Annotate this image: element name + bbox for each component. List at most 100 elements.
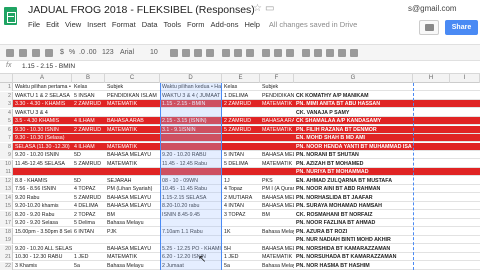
row-number[interactable]: 13 [0, 185, 13, 193]
table-cell[interactable]: MATEMATIK [106, 100, 160, 108]
menu-item-form[interactable]: Form [187, 20, 205, 29]
wrap-icon[interactable] [286, 49, 294, 57]
table-cell[interactable]: PKS [261, 177, 294, 185]
table-cell[interactable]: 9.20-10.20 khamis [14, 202, 72, 210]
table-cell[interactable] [295, 83, 413, 91]
row-number[interactable]: 6 [0, 125, 13, 134]
table-cell[interactable]: 9.30 - 10.30 (Selasa) [14, 134, 72, 142]
table-cell[interactable]: 2 ZAMRUD [223, 117, 260, 125]
menu-item-view[interactable]: View [65, 20, 81, 29]
table-cell[interactable] [73, 245, 105, 253]
table-cell[interactable]: PN. NORSHIDA BT KAMARAZZAMAN [295, 245, 413, 253]
table-cell[interactable]: 3.30 - 4.30 - KHAMIS [14, 100, 72, 108]
row-number[interactable]: 22 [0, 261, 13, 270]
table-cell[interactable]: EN. AHMAD ZULQARNA BT MUSTAFA [295, 177, 413, 185]
table-cell[interactable]: 4 TOPAZ [73, 185, 105, 193]
spreadsheet-grid[interactable]: ABCDEFGHI 1Waktu pilihan pertama • HariK… [0, 74, 480, 270]
table-cell[interactable]: SELASA (11.30 -12.30) [14, 143, 72, 151]
table-cell[interactable]: 4 ILHAM [73, 117, 105, 125]
table-cell[interactable] [414, 151, 450, 159]
table-cell[interactable]: PN. NORANI BT SHUTAN [295, 151, 413, 159]
table-cell[interactable]: 4 DELIMA [73, 202, 105, 210]
table-cell[interactable] [414, 92, 450, 100]
table-cell[interactable]: Waktu pilihan pertama • Hari [14, 83, 72, 91]
row-number[interactable]: 11 [0, 168, 13, 176]
table-cell[interactable]: SEJARAH [106, 177, 160, 185]
row-number[interactable]: 5 [0, 117, 13, 125]
column-header-g[interactable]: G [294, 74, 413, 83]
table-cell[interactable]: BAHASA MELAYU [261, 245, 294, 253]
table-cell[interactable]: MATEMATIK [261, 126, 294, 134]
font-size-select[interactable]: 10 [150, 48, 158, 58]
table-cell[interactable] [414, 100, 450, 108]
italic-icon[interactable] [182, 49, 190, 57]
table-cell[interactable]: 1K [223, 228, 260, 236]
table-cell[interactable]: 4 ILHAM [73, 143, 105, 151]
table-cell[interactable] [106, 134, 160, 142]
table-cell[interactable] [261, 236, 294, 244]
menu-item-help[interactable]: Help [244, 20, 259, 29]
chart-icon[interactable] [326, 49, 334, 57]
table-cell[interactable]: 5 INSAN [73, 92, 105, 100]
table-cell[interactable] [223, 219, 260, 227]
table-cell[interactable]: 9.30 - 10.30 ISNIN [14, 126, 72, 134]
table-cell[interactable]: BAHASA MELAYU [261, 202, 294, 210]
table-cell[interactable]: 5 ZAMRUD [73, 194, 105, 202]
align-icon[interactable] [262, 49, 270, 57]
table-cell[interactable] [414, 126, 450, 134]
table-cell[interactable]: BAHASA MELAYU [106, 202, 160, 210]
table-cell[interactable]: PN. AZIZAH BT MOHAMED [295, 160, 413, 168]
table-cell[interactable]: PM I (A Quran) [261, 185, 294, 193]
table-cell[interactable]: PN. NOOR HENDA YANTI BT MUHAMMAD ISA [295, 143, 413, 151]
document-title[interactable]: JADUAL FROG 2018 - FLEKSIBEL (Responses) [28, 4, 255, 16]
row-number[interactable]: 3 [0, 100, 13, 108]
redo-icon[interactable] [32, 49, 40, 57]
table-cell[interactable]: MATEMATIK [106, 160, 160, 168]
table-cell[interactable]: BAHASA MELAYU [261, 151, 294, 159]
column-header-f[interactable]: F [260, 74, 294, 83]
table-cell[interactable] [73, 134, 105, 142]
table-cell[interactable]: 2 ZAMRUD [73, 126, 105, 134]
table-cell[interactable]: Bahasa Melayu pemulihan [261, 228, 294, 236]
menu-item-file[interactable]: File [28, 20, 40, 29]
column-header-b[interactable]: B [72, 74, 105, 83]
table-cell[interactable]: PN. FILIH RAZANA BT DENMOR [295, 126, 413, 134]
table-cell[interactable]: EN. MOHD SHAH B MD AMI [295, 134, 413, 142]
table-cell[interactable]: PN. NOOR AINI BT ABD RAHMAN [295, 185, 413, 193]
row-number[interactable]: 2 [0, 91, 13, 100]
table-cell[interactable]: CK KOMATHY A/P MANIKAM [295, 92, 413, 100]
folder-icon[interactable]: ▭ [265, 3, 274, 14]
row-number[interactable]: 18 [0, 227, 13, 236]
functions-icon[interactable] [350, 49, 358, 57]
table-cell[interactable] [414, 253, 450, 261]
table-cell[interactable]: MATEMATIK [261, 100, 294, 108]
table-cell[interactable]: 1 JED [223, 253, 260, 261]
table-cell[interactable]: 9.20 Rabu [14, 194, 72, 202]
table-cell[interactable]: 2 ZAMRUD [223, 100, 260, 108]
table-cell[interactable]: 3.5 - 4.30 KHAMIS [14, 117, 72, 125]
table-cell[interactable]: PN. NUR NADIAH BINTI MOHD AKHIR [295, 236, 413, 244]
column-header-h[interactable]: H [413, 74, 450, 83]
comment-insert-icon[interactable] [314, 49, 322, 57]
table-cell[interactable]: MATEMATIK [261, 253, 294, 261]
row-number[interactable]: 14 [0, 193, 13, 202]
star-icon[interactable]: ☆ [253, 3, 262, 14]
row-number[interactable]: 1 [0, 83, 13, 91]
column-header-c[interactable]: C [105, 74, 160, 83]
column-header-d[interactable]: D [160, 74, 222, 83]
table-cell[interactable]: CK. ROSMAHANI BT NORFAIZ [295, 211, 413, 219]
table-cell[interactable] [106, 236, 160, 244]
table-cell[interactable] [414, 262, 450, 270]
table-cell[interactable]: 2 MUTIARA [223, 194, 260, 202]
decimal-buttons[interactable]: .0 .00 [79, 48, 97, 58]
table-cell[interactable] [223, 109, 260, 117]
number-format-button[interactable]: 123 [102, 48, 114, 58]
table-cell[interactable]: 8.8 - KHAMIS [14, 177, 72, 185]
font-select[interactable]: Arial [120, 48, 134, 58]
row-number[interactable]: 17 [0, 219, 13, 227]
merge-icon[interactable] [246, 49, 254, 57]
save-status[interactable]: All changes saved in Drive [269, 20, 357, 29]
share-button[interactable]: Share [445, 20, 478, 35]
text-color-icon[interactable] [206, 49, 214, 57]
table-cell[interactable] [73, 236, 105, 244]
